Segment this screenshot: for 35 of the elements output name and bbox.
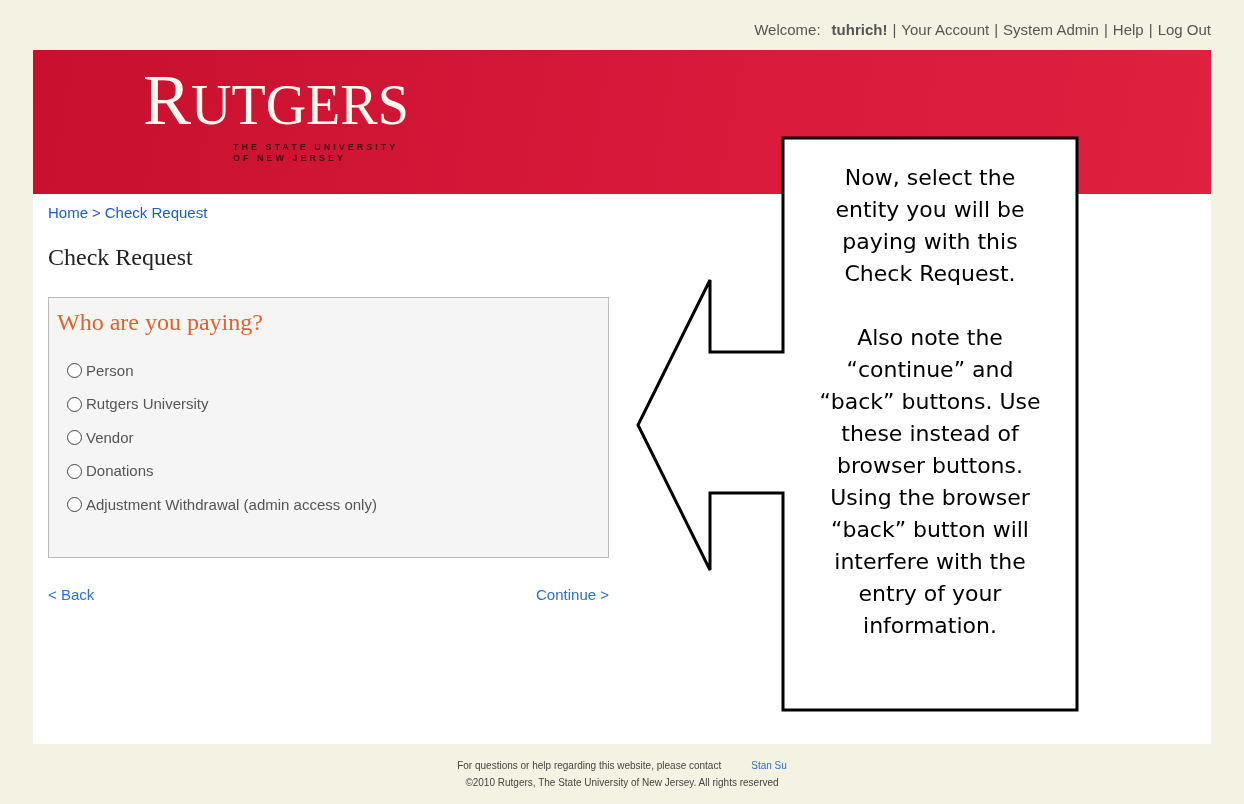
breadcrumb-link[interactable]: Home	[48, 202, 88, 225]
nav-link[interactable]: Your Account	[901, 18, 990, 42]
logo-wordmark: RUTGERS	[143, 64, 410, 136]
option-label: Adjustment Withdrawal (admin access only)	[86, 494, 377, 515]
nav-link[interactable]: Help	[1112, 18, 1144, 42]
option-label: Donations	[86, 461, 154, 481]
radio-button[interactable]	[67, 497, 82, 513]
callout-text: Now, select the entity you will be paying with this Check Request.	[834, 164, 1026, 288]
option-label: Person	[86, 360, 134, 381]
separator: |	[1148, 19, 1153, 40]
user-name: tuhrich!	[831, 19, 888, 40]
continue-link[interactable]: Continue >	[536, 583, 609, 606]
breadcrumb-separator: >	[92, 203, 101, 223]
welcome-text: Welcome:	[754, 19, 821, 40]
radio-button[interactable]	[67, 430, 82, 446]
radio-button[interactable]	[67, 396, 82, 412]
panel-heading: Who are you paying?	[57, 307, 263, 337]
separator: |	[1103, 19, 1108, 40]
footer-text: For questions or help regarding this website, please contact	[457, 759, 722, 773]
copyright-text: ©2010 Rutgers, The State University of New Jersey. All rights reserved	[465, 776, 779, 790]
separator: |	[994, 19, 999, 40]
radio-button[interactable]	[67, 463, 82, 479]
page-title: Check Request	[48, 242, 193, 272]
nav-link[interactable]: Log Out	[1157, 18, 1211, 42]
logo-tagline: OF NEW JERSEY	[233, 153, 347, 164]
radio-button[interactable]	[67, 363, 82, 379]
nav-link[interactable]: System Admin	[1003, 18, 1099, 42]
breadcrumb-link[interactable]: Check Request	[104, 202, 208, 225]
callout-text: Also note the “continue” and “back” buttons. Use these instead of browser buttons. Using the browser “back” button will interfere with the entry of your information.	[818, 324, 1042, 640]
option-label: Rutgers University	[86, 394, 209, 414]
option-label: Vendor	[86, 427, 134, 448]
contact-link[interactable]: Stan Su	[751, 758, 787, 773]
logo-tagline: THE STATE UNIVERSITY	[233, 142, 400, 153]
back-link[interactable]: < Back	[48, 583, 95, 606]
separator: |	[892, 19, 897, 40]
